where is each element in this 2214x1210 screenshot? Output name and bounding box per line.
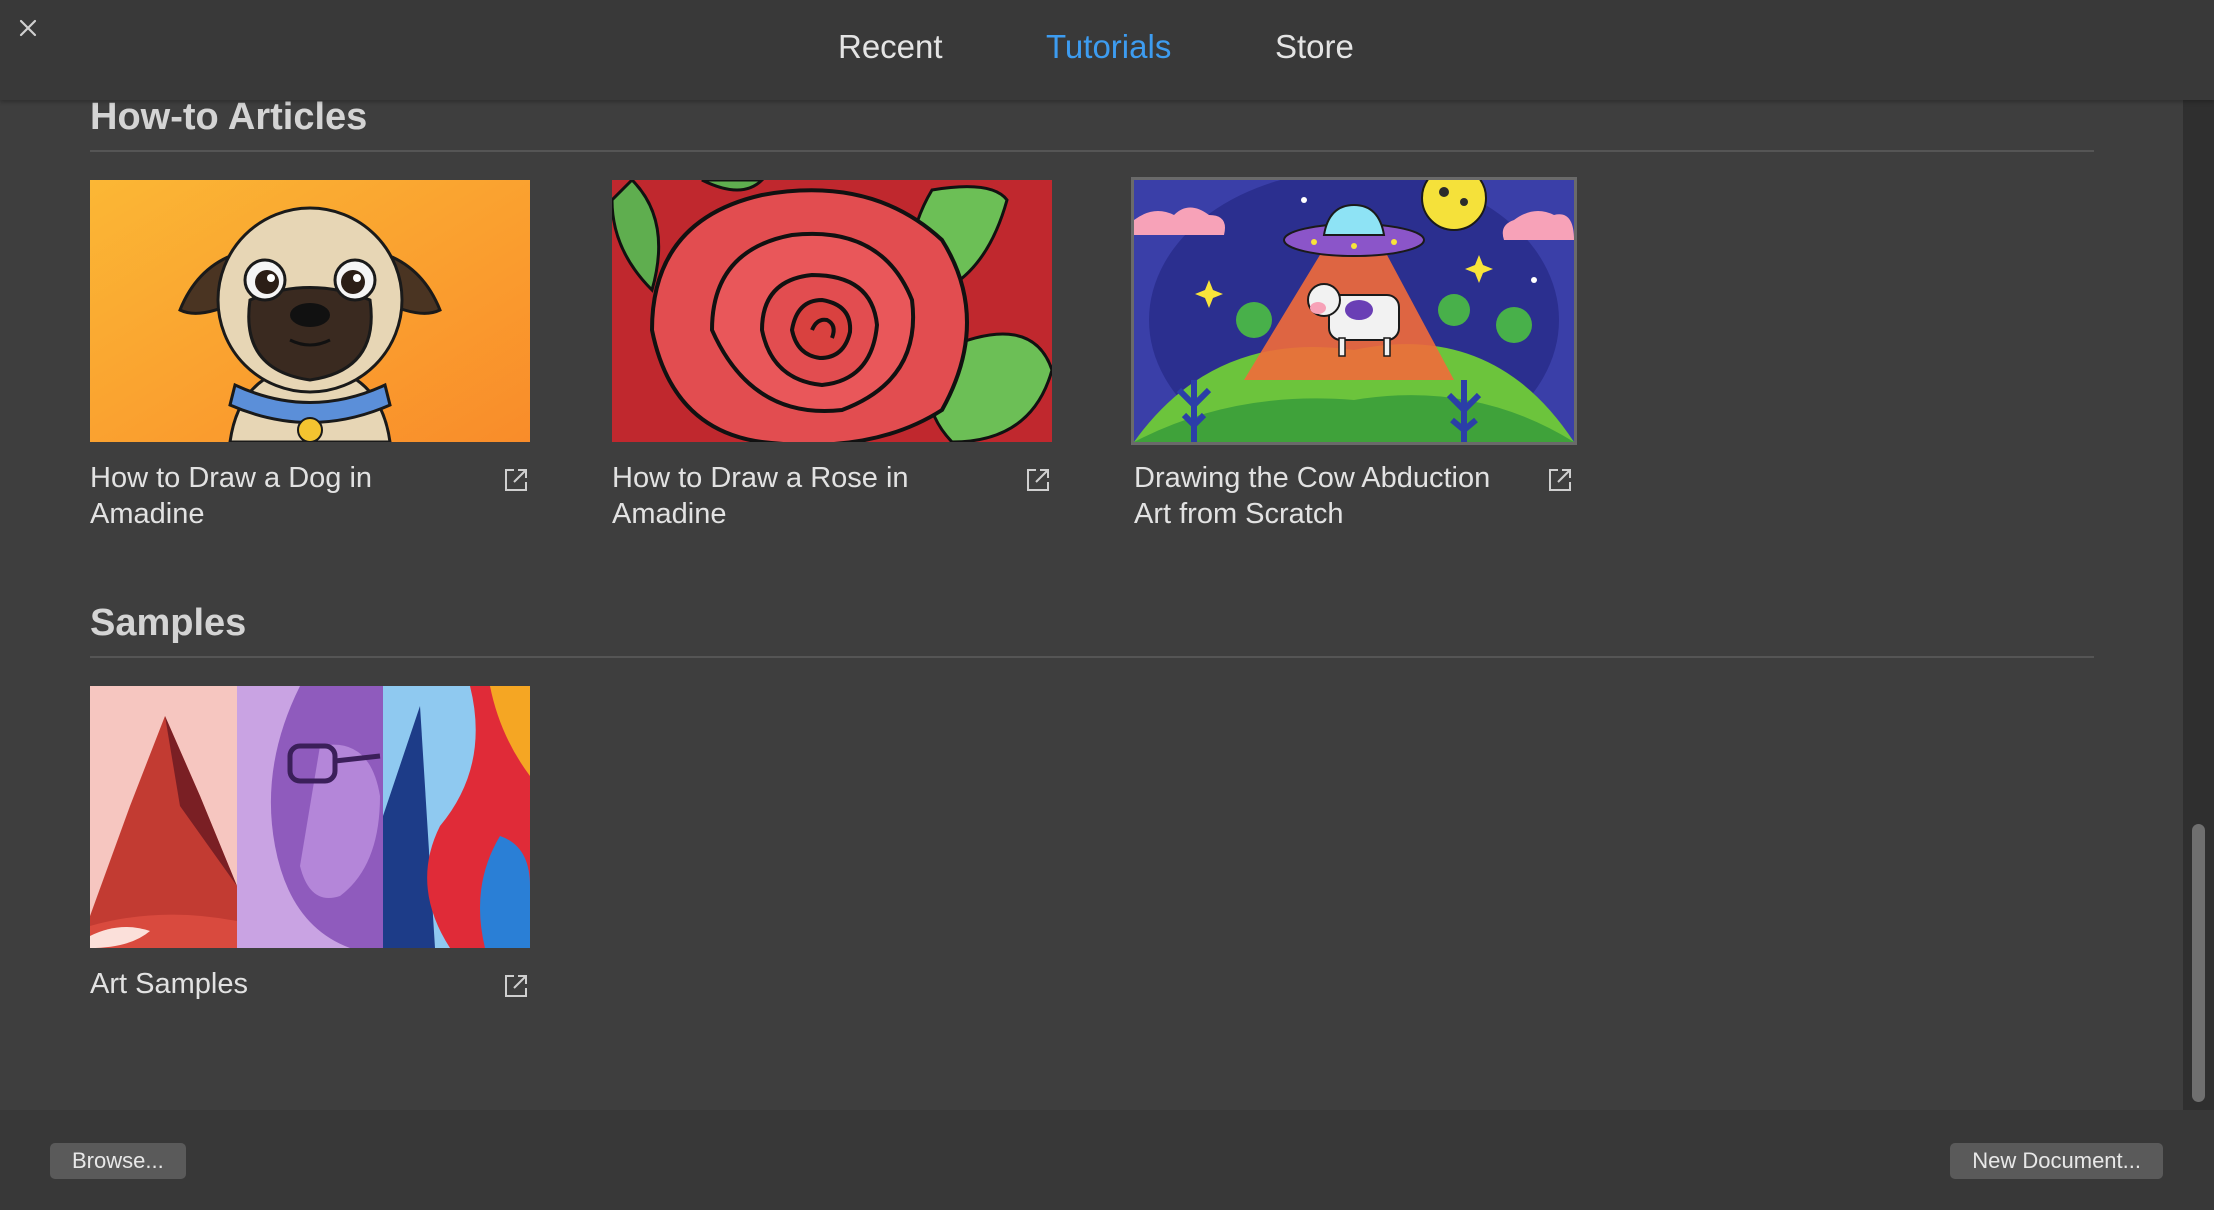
art-samples-collage: [90, 686, 530, 948]
external-link-icon[interactable]: [502, 466, 530, 494]
external-link-icon[interactable]: [502, 972, 530, 1000]
section-divider: [90, 656, 2094, 658]
card-title[interactable]: How to Draw a Dog in Amadine: [90, 460, 470, 532]
section-title-howto: How-to Articles: [90, 100, 368, 138]
section-title-samples: Samples: [90, 602, 247, 644]
rose-thumbnail[interactable]: [612, 180, 1052, 442]
tutorials-content[interactable]: How-to Articles How to Draw a Dog in Ama…: [0, 100, 2183, 1110]
scrollbar-thumb[interactable]: [2192, 824, 2205, 1102]
tab-tutorials[interactable]: Tutorials: [1046, 28, 1171, 66]
card-title[interactable]: How to Draw a Rose in Amadine: [612, 460, 992, 532]
article-card-rose[interactable]: How to Draw a Rose in Amadine: [612, 180, 1052, 540]
sample-card-art[interactable]: Art Samples: [90, 686, 530, 1026]
card-title[interactable]: Drawing the Cow Abduction Art from Scrat…: [1134, 460, 1514, 532]
pug-illustration: [90, 180, 530, 442]
card-title[interactable]: Art Samples: [90, 966, 470, 1002]
external-link-icon[interactable]: [1546, 466, 1574, 494]
tab-bar: Recent Tutorials Store: [0, 0, 2214, 100]
art-samples-thumbnail[interactable]: [90, 686, 530, 948]
cow-abduction-illustration: [1134, 180, 1574, 442]
tab-store[interactable]: Store: [1275, 28, 1354, 66]
bottom-bar: Browse... New Document...: [0, 1110, 2214, 1210]
start-screen-window: Recent Tutorials Store How-to Articles H…: [0, 0, 2214, 1210]
external-link-icon[interactable]: [1024, 466, 1052, 494]
browse-button[interactable]: Browse...: [50, 1143, 186, 1179]
article-card-cow[interactable]: Drawing the Cow Abduction Art from Scrat…: [1131, 177, 1577, 540]
new-document-button[interactable]: New Document...: [1950, 1143, 2163, 1179]
section-divider: [90, 150, 2094, 152]
top-bar: Recent Tutorials Store: [0, 0, 2214, 100]
vertical-scrollbar[interactable]: [2183, 100, 2214, 1110]
article-card-dog[interactable]: How to Draw a Dog in Amadine: [90, 180, 530, 540]
cow-thumbnail[interactable]: [1131, 177, 1577, 445]
dog-thumbnail[interactable]: [90, 180, 530, 442]
tab-recent[interactable]: Recent: [838, 28, 943, 66]
rose-illustration: [612, 180, 1052, 442]
